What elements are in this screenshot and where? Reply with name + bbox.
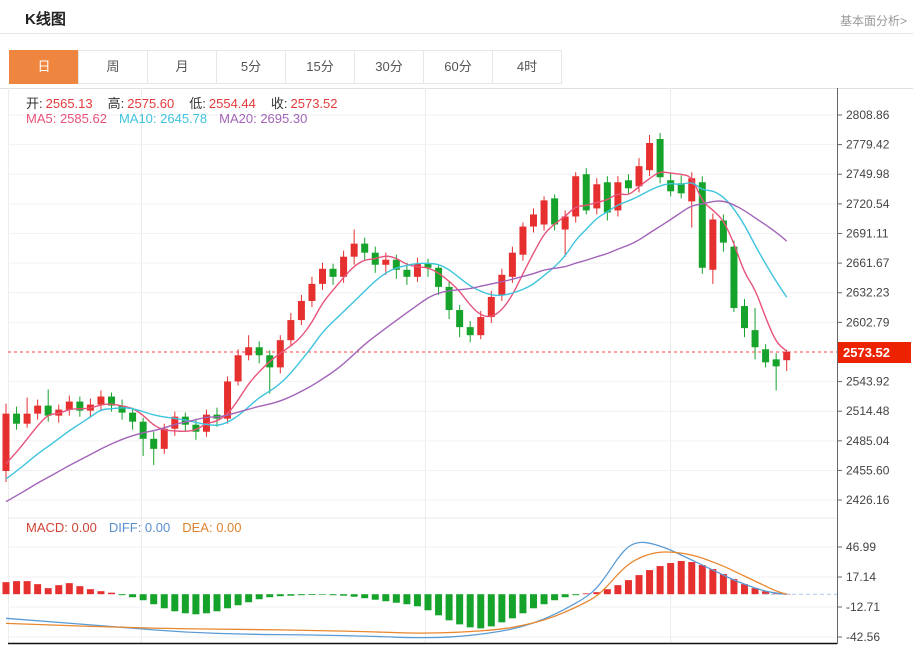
svg-text:2661.67: 2661.67: [846, 256, 890, 270]
svg-text:2749.98: 2749.98: [846, 167, 890, 181]
legend-item: DEA: 0.00: [182, 520, 242, 535]
svg-text:2455.60: 2455.60: [846, 463, 890, 477]
legend-item: 开: 2565.13: [26, 96, 93, 111]
page-title: K线图: [25, 11, 66, 28]
macd-axis-labels: 46.99 17.14 -12.71 -42.56: [837, 540, 880, 644]
legend-item: MA10: 2645.78: [118, 111, 208, 126]
interval-tabs: 日周月 5分 15分 30分 60分 4时: [9, 50, 562, 84]
legend-item: 高: 2575.60: [107, 96, 175, 111]
tab-4-15分[interactable]: 15分: [285, 50, 355, 84]
svg-text:2779.42: 2779.42: [846, 138, 890, 152]
svg-text:46.99: 46.99: [846, 540, 876, 554]
kline-widget: K线图 基本面分析> 日周月 5分 15分 30分 60分 4时 2808.86 2779.…: [0, 0, 913, 651]
tab-1-周[interactable]: 周: [78, 50, 148, 84]
svg-text:2485.04: 2485.04: [846, 434, 890, 448]
macd-legend: MACD: 0.00 DIFF: 0.00 DEA: 0.00: [26, 520, 254, 535]
svg-text:17.14: 17.14: [846, 570, 876, 584]
ma-legend: MA5: 2585.62 MA10: 2645.78 MA20: 2695.30: [26, 111, 319, 126]
tab-6-60分[interactable]: 60分: [423, 50, 493, 84]
tab-3-5分[interactable]: 5分: [216, 50, 286, 84]
macd-histogram: [2, 561, 791, 629]
candles-series: [2, 132, 791, 483]
ohlc-legend: 开: 2565.13 高: 2575.60 低: 2554.44 收: 2573.52: [26, 93, 353, 112]
svg-text:2691.11: 2691.11: [846, 226, 889, 240]
tab-0-日[interactable]: 日: [9, 50, 79, 84]
tab-2-月[interactable]: 月: [147, 50, 217, 84]
svg-text:2720.54: 2720.54: [846, 197, 890, 211]
svg-text:2426.16: 2426.16: [846, 493, 890, 507]
svg-text:2602.79: 2602.79: [846, 315, 890, 329]
legend-item: MA20: 2695.30: [219, 111, 308, 126]
current-price-label: 2573.52: [838, 342, 911, 363]
legend-item: MACD: 0.00: [26, 520, 97, 535]
kline-chart-area[interactable]: 2808.86 2779.42 2749.98 2720.54 2691.11 2661.…: [0, 88, 913, 651]
svg-text:-42.56: -42.56: [846, 630, 880, 644]
tab-7-4时[interactable]: 4时: [492, 50, 562, 84]
legend-item: DIFF: 0.00: [108, 520, 171, 535]
legend-item: MA5: 2585.62: [26, 111, 107, 126]
tab-5-30分[interactable]: 30分: [354, 50, 424, 84]
widget-header: K线图 基本面分析>: [0, 0, 913, 34]
fundamental-analysis-link[interactable]: 基本面分析>: [840, 12, 907, 29]
legend-item: 低: 2554.44: [189, 96, 256, 111]
ma5-line: [5, 171, 788, 465]
svg-text:-12.71: -12.71: [846, 600, 880, 614]
kline-chart-svg[interactable]: 2808.86 2779.42 2749.98 2720.54 2691.11 2661.…: [0, 88, 913, 651]
y-axis-labels: 2808.86 2779.42 2749.98 2720.54 2691.11 2661.…: [837, 108, 890, 507]
svg-text:2514.48: 2514.48: [846, 404, 890, 418]
ma20-line: [5, 200, 788, 503]
ma10-line: [5, 182, 788, 480]
svg-text:2632.23: 2632.23: [846, 286, 890, 300]
svg-text:2543.92: 2543.92: [846, 375, 890, 389]
svg-text:2808.86: 2808.86: [846, 108, 890, 122]
legend-item: 收: 2573.52: [270, 96, 338, 111]
